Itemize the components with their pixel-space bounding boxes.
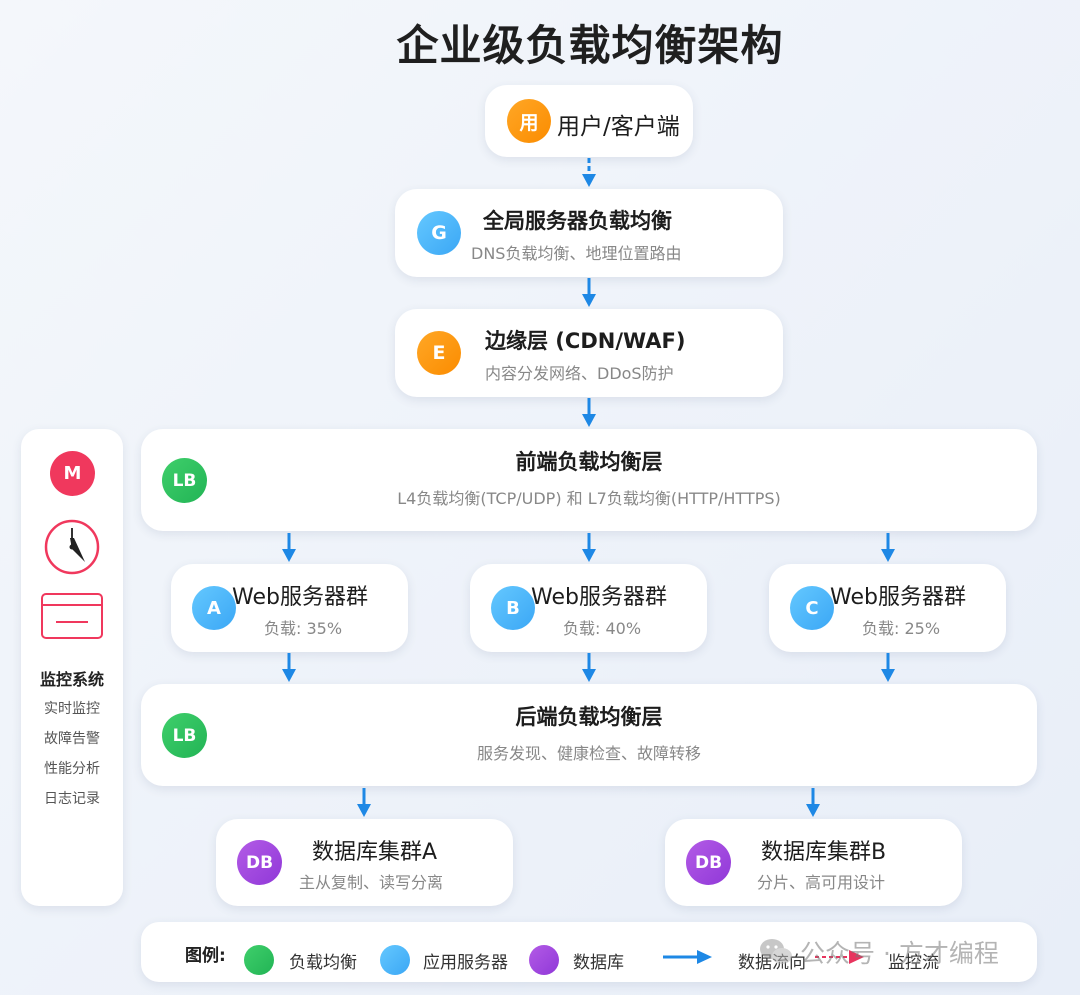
web-b-title: Web服务器群 (531, 585, 667, 610)
monitor-icon: M (50, 451, 95, 496)
web-cluster-a[interactable]: A Web服务器群 负载: 35% (171, 564, 408, 652)
legend-db-dot (529, 945, 559, 975)
db-b-subtitle: 分片、高可用设计 (757, 873, 886, 892)
db-a-icon: DB (237, 840, 282, 885)
arrow-backend-db-b (806, 788, 820, 817)
legend-app-label: 应用服务器 (423, 953, 508, 973)
arrow-edge-frontend (582, 398, 596, 427)
watermark: 公众号 · 方才编程 (758, 934, 999, 970)
legend-title: 图例: (185, 946, 226, 966)
legend-db-label: 数据库 (573, 953, 624, 973)
frontend-lb-subtitle: L4负载均衡(TCP/UDP) 和 L7负载均衡(HTTP/HTTPS) (397, 489, 781, 508)
monitor-title: 监控系统 (39, 670, 104, 689)
client-label: 用户/客户端 (557, 114, 680, 140)
web-b-icon: B (491, 586, 535, 630)
arrow-frontend-web-c (881, 533, 895, 562)
db-cluster-b[interactable]: DB 数据库集群B 分片、高可用设计 (665, 819, 962, 906)
arrow-backend-db-a (357, 788, 371, 817)
edge-icon: E (417, 331, 461, 375)
dashboard-icon (41, 593, 103, 639)
clock-icon (44, 519, 100, 575)
db-cluster-a[interactable]: DB 数据库集群A 主从复制、读写分离 (216, 819, 513, 906)
db-a-subtitle: 主从复制、读写分离 (299, 873, 444, 892)
web-cluster-c[interactable]: C Web服务器群 负载: 25% (769, 564, 1006, 652)
web-c-title: Web服务器群 (830, 585, 966, 610)
web-c-load: 负载: 25% (862, 619, 941, 638)
watermark-text: 公众号 · 方才编程 (800, 939, 999, 968)
legend-lb-dot (244, 945, 274, 975)
web-b-load: 负载: 40% (563, 619, 642, 638)
web-c-icon: C (790, 586, 834, 630)
wechat-icon (760, 939, 792, 964)
monitor-item-alert: 故障告警 (44, 731, 100, 747)
gslb-icon: G (417, 211, 461, 255)
edge-subtitle: 内容分发网络、DDoS防护 (485, 364, 674, 383)
edge-title: 边缘层 (CDN/WAF) (485, 329, 686, 353)
web-cluster-b[interactable]: B Web服务器群 负载: 40% (470, 564, 707, 652)
gslb-subtitle: DNS负载均衡、地理位置路由 (471, 244, 682, 263)
monitor-item-log: 日志记录 (44, 791, 100, 807)
arrow-gslb-edge (582, 278, 596, 307)
db-a-title: 数据库集群A (312, 840, 438, 865)
arrow-web-b-backend (582, 653, 596, 682)
db-b-icon: DB (686, 840, 731, 885)
db-b-title: 数据库集群B (761, 840, 887, 865)
page-title: 企业级负载均衡架构 (396, 21, 784, 70)
web-a-title: Web服务器群 (232, 585, 368, 610)
arrow-frontend-web-b (582, 533, 596, 562)
backend-lb-title: 后端负载均衡层 (515, 705, 663, 729)
web-a-load: 负载: 35% (264, 619, 343, 638)
gslb-node[interactable]: G 全局服务器负载均衡 DNS负载均衡、地理位置路由 (395, 189, 783, 277)
monitor-panel[interactable]: M 监控系统 实时监控 故障告警 性能分析 日志记录 (21, 429, 123, 906)
arrow-client-gslb (582, 158, 596, 187)
backend-lb-node[interactable]: LB 后端负载均衡层 服务发现、健康检查、故障转移 (141, 684, 1037, 786)
arrow-web-a-backend (282, 653, 296, 682)
legend-app-dot (380, 945, 410, 975)
arrow-web-c-backend (881, 653, 895, 682)
client-node[interactable]: 用 用户/客户端 (485, 85, 693, 157)
gslb-title: 全局服务器负载均衡 (483, 209, 672, 233)
legend-lb-label: 负载均衡 (289, 953, 357, 973)
monitor-item-realtime: 实时监控 (44, 701, 100, 717)
frontend-lb-node[interactable]: LB 前端负载均衡层 L4负载均衡(TCP/UDP) 和 L7负载均衡(HTTP… (141, 429, 1037, 531)
frontend-lb-title: 前端负载均衡层 (515, 450, 663, 474)
edge-node[interactable]: E 边缘层 (CDN/WAF) 内容分发网络、DDoS防护 (395, 309, 783, 397)
arrow-frontend-web-a (282, 533, 296, 562)
client-icon: 用 (507, 99, 551, 143)
backend-lb-subtitle: 服务发现、健康检查、故障转移 (476, 744, 701, 763)
legend-dataflow-arrow-icon (663, 950, 712, 964)
web-a-icon: A (192, 586, 236, 630)
monitor-item-perf: 性能分析 (44, 761, 100, 777)
